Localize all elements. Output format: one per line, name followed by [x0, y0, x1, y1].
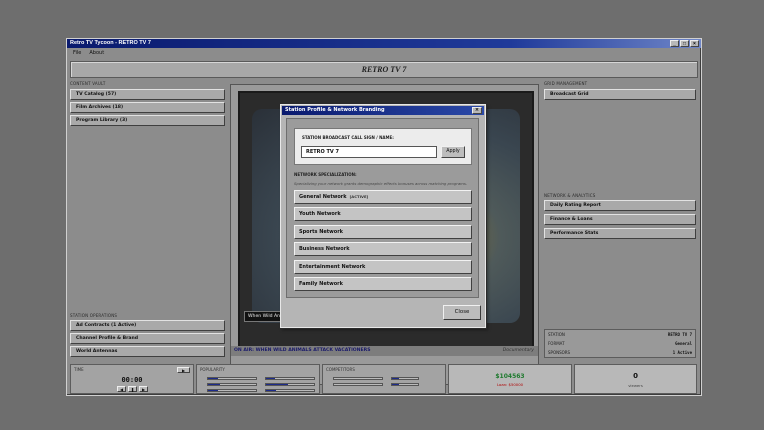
film-archives-button[interactable]: Film Archives (18) — [70, 102, 225, 113]
program-library-button[interactable]: Program Library (3) — [70, 115, 225, 126]
speed-toggle[interactable]: ▶︎ — [177, 367, 190, 373]
stat-row: STATION RETRO TV 7 — [548, 332, 692, 337]
pop-meter — [265, 377, 315, 380]
time-label: TIME — [74, 367, 84, 372]
specialization-hint: Specializing your network grants demogra… — [294, 181, 468, 186]
close-button[interactable]: Close — [443, 305, 481, 320]
on-air-ticker: ON AIR: WHEN WILD ANIMALS ATTACK VACATIO… — [231, 346, 538, 356]
network-sports-button[interactable]: Sports Network — [294, 225, 472, 239]
call-sign-box: STATION BROADCAST CALL SIGN / NAME: RETR… — [294, 128, 472, 165]
competitors-panel: COMPETITORS — [322, 364, 446, 394]
minimize-button[interactable]: _ — [670, 40, 679, 47]
network-family-button[interactable]: Family Network — [294, 277, 472, 291]
pop-meter — [207, 377, 257, 380]
call-sign-input[interactable]: RETRO TV 7 — [301, 146, 437, 158]
stat-row: FORMAT General — [548, 341, 692, 346]
performance-stats-button[interactable]: Performance Stats — [544, 228, 696, 239]
apply-button[interactable]: Apply — [441, 146, 465, 158]
ad-contracts-button[interactable]: Ad Contracts (1 Active) — [70, 320, 225, 331]
menu-bar: File About — [67, 49, 701, 57]
fast-forward-icon[interactable]: ▶ — [139, 386, 148, 392]
station-ops-label: STATION OPERATIONS — [70, 313, 118, 318]
pop-meter — [207, 383, 257, 386]
clock-display: 00:00 — [121, 376, 143, 384]
comp-meter — [333, 383, 383, 386]
stat-row: SPONSORS 1 Active — [548, 350, 692, 355]
specialization-label: NETWORK SPECIALIZATION: — [294, 172, 357, 177]
pause-icon[interactable]: ❚ — [128, 386, 137, 392]
station-summary: STATION RETRO TV 7 FORMAT General SPONSORS… — [544, 329, 696, 358]
comp-meter — [333, 377, 383, 380]
broadcast-grid-button[interactable]: Broadcast Grid — [544, 89, 696, 100]
network-entertainment-button[interactable]: Entertainment Network — [294, 260, 472, 274]
viewers-count: 0 — [633, 372, 638, 380]
dialog-title-bar: Station Profile & Network Branding × — [282, 106, 484, 115]
world-antennas-button[interactable]: World Antennas — [70, 346, 225, 357]
dialog-body: STATION BROADCAST CALL SIGN / NAME: RETR… — [286, 118, 479, 298]
maximize-button[interactable]: □ — [680, 40, 689, 47]
title-bar: Retro TV Tycoon - RETRO TV 7 _ □ × — [67, 39, 701, 48]
grid-management-label: GRID MANAGEMENT — [544, 81, 588, 86]
menu-file[interactable]: File — [73, 49, 81, 57]
ticker-genre: Documentary — [502, 348, 534, 353]
viewers-panel: 0 viewers — [574, 364, 697, 394]
channel-profile-button[interactable]: Channel Profile & Brand — [70, 333, 225, 344]
money-panel: $104563 Loan: $50000 — [448, 364, 572, 394]
competitors-label: COMPETITORS — [326, 367, 355, 372]
network-youth-button[interactable]: Youth Network — [294, 207, 472, 221]
money-value: $104563 — [495, 373, 525, 380]
window-title: Retro TV Tycoon - RETRO TV 7 — [70, 40, 151, 46]
pop-meter — [265, 389, 315, 392]
content-vault-label: CONTENT VAULT — [70, 81, 106, 86]
comp-meter — [391, 377, 419, 380]
network-business-button[interactable]: Business Network — [294, 242, 472, 256]
finance-loans-button[interactable]: Finance & Loans — [544, 214, 696, 225]
close-window-button[interactable]: × — [690, 40, 699, 47]
station-profile-dialog: Station Profile & Network Branding × STA… — [280, 104, 486, 328]
active-badge: [ACTIVE] — [349, 194, 369, 199]
loan-value: Loan: $50000 — [496, 382, 524, 387]
popularity-label: POPULARITY — [200, 367, 225, 372]
call-sign-label: STATION BROADCAST CALL SIGN / NAME: — [302, 135, 394, 140]
daily-rating-button[interactable]: Daily Rating Report — [544, 200, 696, 211]
pop-meter — [265, 383, 315, 386]
comp-meter — [391, 383, 419, 386]
station-banner: RETRO TV 7 — [70, 61, 698, 78]
time-panel: TIME ▶︎ 00:00 ◀ ❚ ▶ — [70, 364, 194, 394]
network-general-button[interactable]: General Network [ACTIVE] — [294, 190, 472, 204]
analytics-label: NETWORK & ANALYTICS — [544, 193, 596, 198]
pop-meter — [207, 389, 257, 392]
dialog-title: Station Profile & Network Branding — [285, 107, 385, 113]
menu-about[interactable]: About — [89, 49, 104, 57]
rewind-icon[interactable]: ◀ — [117, 386, 126, 392]
tv-catalog-button[interactable]: TV Catalog (57) — [70, 89, 225, 100]
viewers-label: viewers — [628, 383, 643, 388]
ticker-text: ON AIR: WHEN WILD ANIMALS ATTACK VACATIO… — [234, 348, 371, 353]
dialog-close-icon[interactable]: × — [472, 107, 482, 114]
popularity-panel: POPULARITY — [196, 364, 320, 394]
